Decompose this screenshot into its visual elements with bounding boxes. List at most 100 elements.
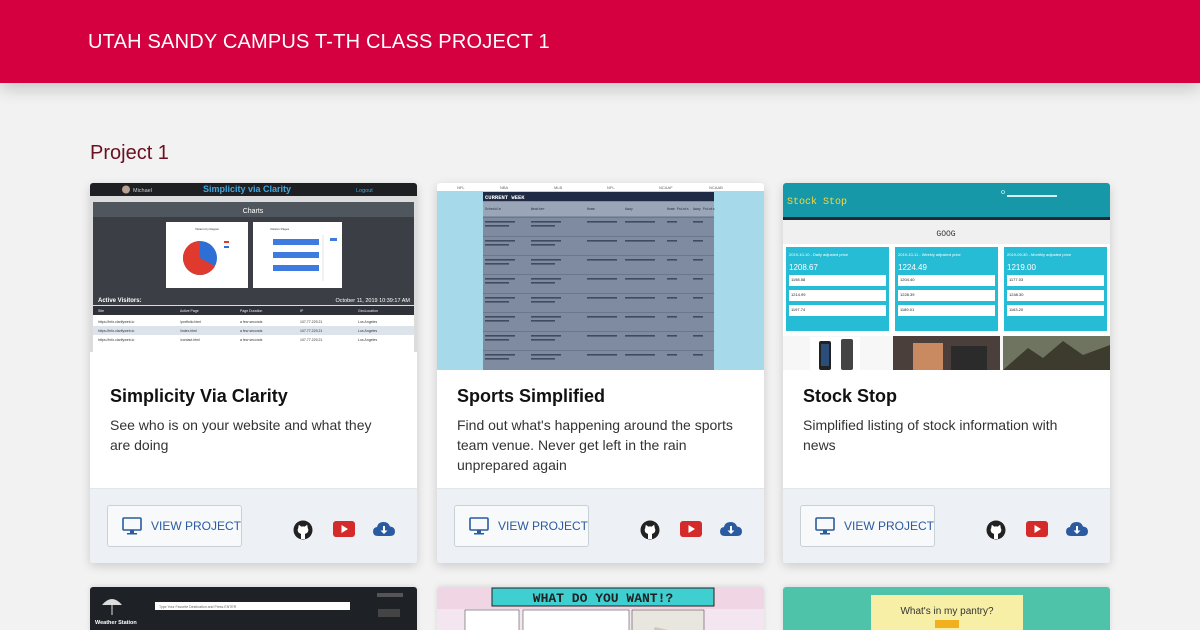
project-description: See who is on your website and what they… <box>110 417 372 453</box>
thumb-cell-text <box>485 240 515 242</box>
view-project-label: VIEW PROJECT <box>498 519 589 533</box>
thumb-cell-text <box>693 354 703 356</box>
top-header: UTAH SANDY CAMPUS T-TH CLASS PROJECT 1 <box>0 0 1200 83</box>
thumb-cell-text <box>587 316 617 318</box>
thumb-cell-text <box>485 316 515 318</box>
project-card-weather[interactable]: Weather Station Type Your Favorite Desti… <box>90 587 417 630</box>
thumb-cell-text <box>531 278 561 280</box>
thumb-table-cell: https://info.clarifyweb.io <box>98 320 134 324</box>
project-card-pantry[interactable]: What's in my pantry? <box>783 587 1110 630</box>
thumb-cell-text <box>531 225 555 227</box>
github-icon[interactable] <box>986 520 1006 540</box>
thumb-brand: Simplicity via Clarity <box>203 184 291 194</box>
github-icon[interactable] <box>293 520 313 540</box>
thumb-cell-text <box>531 297 561 299</box>
youtube-icon[interactable] <box>1026 520 1048 538</box>
cloud-download-icon[interactable] <box>720 520 742 538</box>
stock-box-value: 1228.39 <box>900 292 915 297</box>
view-project-button[interactable]: VIEW PROJECT <box>800 505 935 547</box>
stock-box-heading: 2019-10-11 - Weekly adjusted price <box>898 252 962 257</box>
thumb-cell-text <box>531 244 555 246</box>
thumb-nav-item: NCAAB <box>709 185 723 190</box>
page-title: UTAH SANDY CAMPUS T-TH CLASS PROJECT 1 <box>88 31 550 53</box>
thumb-table-cell: /index.html <box>180 329 197 333</box>
project-thumbnail[interactable]: Stock Stop GOOG 2019-10-10 - Daily adjus… <box>783 183 1110 370</box>
thumb-cell-text <box>531 263 555 265</box>
thumb-cell-text <box>587 354 617 356</box>
project-title: Stock Stop <box>803 386 898 406</box>
thumb-table-header: Weather <box>531 207 545 211</box>
project-thumbnail[interactable]: Michael Simplicity via Clarity Logout Ch… <box>90 183 417 370</box>
project-card-stock-stop: Stock Stop GOOG 2019-10-10 - Daily adjus… <box>783 183 1110 563</box>
section-title: Project 1 <box>90 142 169 164</box>
thumb-table-cell: 107.77.229.21 <box>300 320 322 324</box>
thumb-ticker: GOOG <box>936 230 955 239</box>
project-card-simplicity: Michael Simplicity via Clarity Logout Ch… <box>90 183 417 563</box>
thumb-table-header: Home Points <box>667 207 689 211</box>
thumb-table-cell: 107.77.229.21 <box>300 329 322 333</box>
thumb-cell-text <box>485 259 515 261</box>
project-description: Find out what's happening around the spo… <box>457 417 733 473</box>
thumb-cell-text <box>625 316 655 318</box>
thumb-grid-line <box>483 255 714 256</box>
thumb-cell-text <box>693 316 703 318</box>
thumb-cell-text <box>693 259 703 261</box>
card-footer: VIEW PROJECT <box>90 488 417 563</box>
stock-box-heading: 2019-10-10 - Daily adjusted price <box>789 252 849 257</box>
project-title: Simplicity Via Clarity <box>110 386 288 406</box>
thumb-cell-text <box>531 240 561 242</box>
github-icon[interactable] <box>640 520 660 540</box>
thumb-table-cell: Los Angeles <box>358 320 377 324</box>
thumb-cell-text <box>531 358 555 360</box>
view-project-button[interactable]: VIEW PROJECT <box>107 505 242 547</box>
cloud-download-icon[interactable] <box>1066 520 1088 538</box>
pantry-title: What's in my pantry? <box>900 606 993 617</box>
project-thumbnail[interactable]: NFL NBA MLB NFL NCAAF NCAAB CURRENT WEEK Sche… <box>437 183 764 370</box>
project-card-what-do-you-want[interactable]: WHAT DO YOU WANT!? <box>437 587 764 630</box>
stock-box-value: 1197.74 <box>791 307 806 312</box>
thumb-nav-item: NFL <box>457 185 465 190</box>
thumb-user: Michael <box>133 188 152 194</box>
thumb-cell-text <box>485 354 515 356</box>
thumb-chart2-title: Visitors Pages <box>270 227 290 231</box>
thumb-logout: Logout <box>356 188 373 194</box>
stock-box-price: 1219.00 <box>1007 263 1036 272</box>
view-project-button[interactable]: VIEW PROJECT <box>454 505 589 547</box>
thumb-cell-text <box>667 240 677 242</box>
thumb-visitors: Active Visitors: <box>98 298 142 304</box>
thumb-cell-text <box>625 297 655 299</box>
stock-box <box>1004 247 1107 331</box>
thumb-table-cell: a few seconds <box>240 329 263 333</box>
view-project-label: VIEW PROJECT <box>151 519 242 533</box>
thumb-grid-line <box>483 274 714 275</box>
youtube-icon[interactable] <box>333 520 355 538</box>
thumb-table-cell: /contact.html <box>180 338 200 342</box>
what-title: WHAT DO YOU WANT!? <box>533 591 674 606</box>
thumb-cell-text <box>485 225 509 227</box>
thumb-cell-text <box>693 297 703 299</box>
thumb-grid-line <box>483 236 714 237</box>
thumb-cell-text <box>485 244 509 246</box>
weather-label: Weather Station <box>95 620 137 626</box>
thumb-table-cell: /portfolio.html <box>180 320 201 324</box>
thumb-cell-text <box>485 221 515 223</box>
thumb-chart1-title: Visitors by Region <box>195 227 219 231</box>
thumb-cell-text <box>485 301 509 303</box>
thumb-table-cell: https://info.clarifyweb.io <box>98 338 134 342</box>
thumb-cell-text <box>587 278 617 280</box>
thumb-cell-text <box>693 335 703 337</box>
cloud-download-icon[interactable] <box>373 520 395 538</box>
thumb-table-header: Schedule <box>485 207 501 211</box>
thumb-cell-text <box>667 221 677 223</box>
thumb-table-header: GeoLocation <box>358 309 378 313</box>
thumb-date: October 11, 2019 10:39:17 AM <box>335 298 410 304</box>
thumb-cell-text <box>625 221 655 223</box>
thumb-cell-text <box>625 354 655 356</box>
monitor-icon <box>122 517 142 535</box>
thumb-cell-text <box>531 221 561 223</box>
thumb-grid-line <box>483 312 714 313</box>
thumb-nav-item: NFL <box>607 185 615 190</box>
stock-box-value: 1163.20 <box>1009 307 1024 312</box>
youtube-icon[interactable] <box>680 520 702 538</box>
stock-box-price: 1224.49 <box>898 263 927 272</box>
